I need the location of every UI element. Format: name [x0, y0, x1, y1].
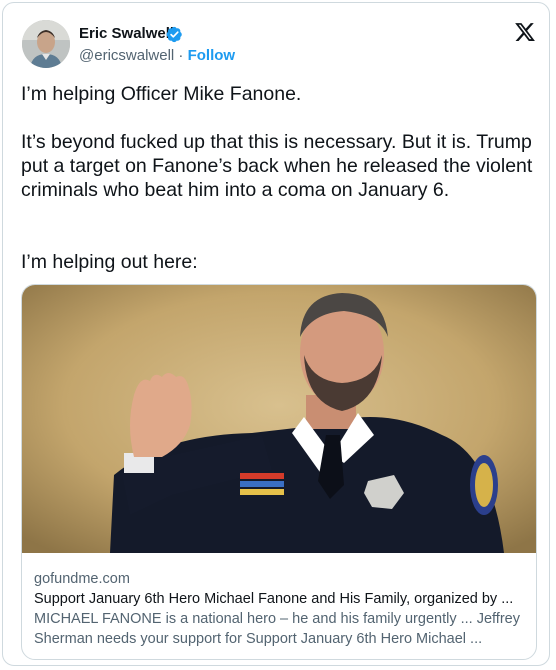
link-card[interactable]: gofundme.com Support January 6th Hero Mi…	[21, 284, 537, 660]
verified-badge-icon	[166, 26, 182, 43]
tweet-card[interactable]: Eric Swalwell @ericswalwell · Follow I’m…	[2, 2, 550, 666]
author-name[interactable]: Eric Swalwell	[79, 25, 174, 43]
tweet-text-line1: I’m helping Officer Mike Fanone.	[21, 83, 302, 105]
follow-button[interactable]: Follow	[188, 47, 236, 64]
avatar[interactable]	[22, 20, 70, 68]
link-description: MICHAEL FANONE is a national hero – he a…	[34, 611, 520, 647]
tweet-text-line3: I’m helping out here:	[21, 251, 198, 273]
author-handle[interactable]: @ericswalwell	[79, 47, 174, 64]
link-card-photo	[22, 285, 536, 553]
link-card-info: gofundme.com Support January 6th Hero Mi…	[34, 569, 530, 649]
x-logo-icon[interactable]	[514, 21, 536, 43]
tweet-text-body: It’s beyond fucked up that this is neces…	[21, 131, 533, 201]
separator-dot: ·	[178, 47, 184, 64]
link-domain[interactable]: gofundme.com	[34, 569, 530, 589]
link-title[interactable]: Support January 6th Hero Michael Fanone …	[34, 589, 530, 609]
